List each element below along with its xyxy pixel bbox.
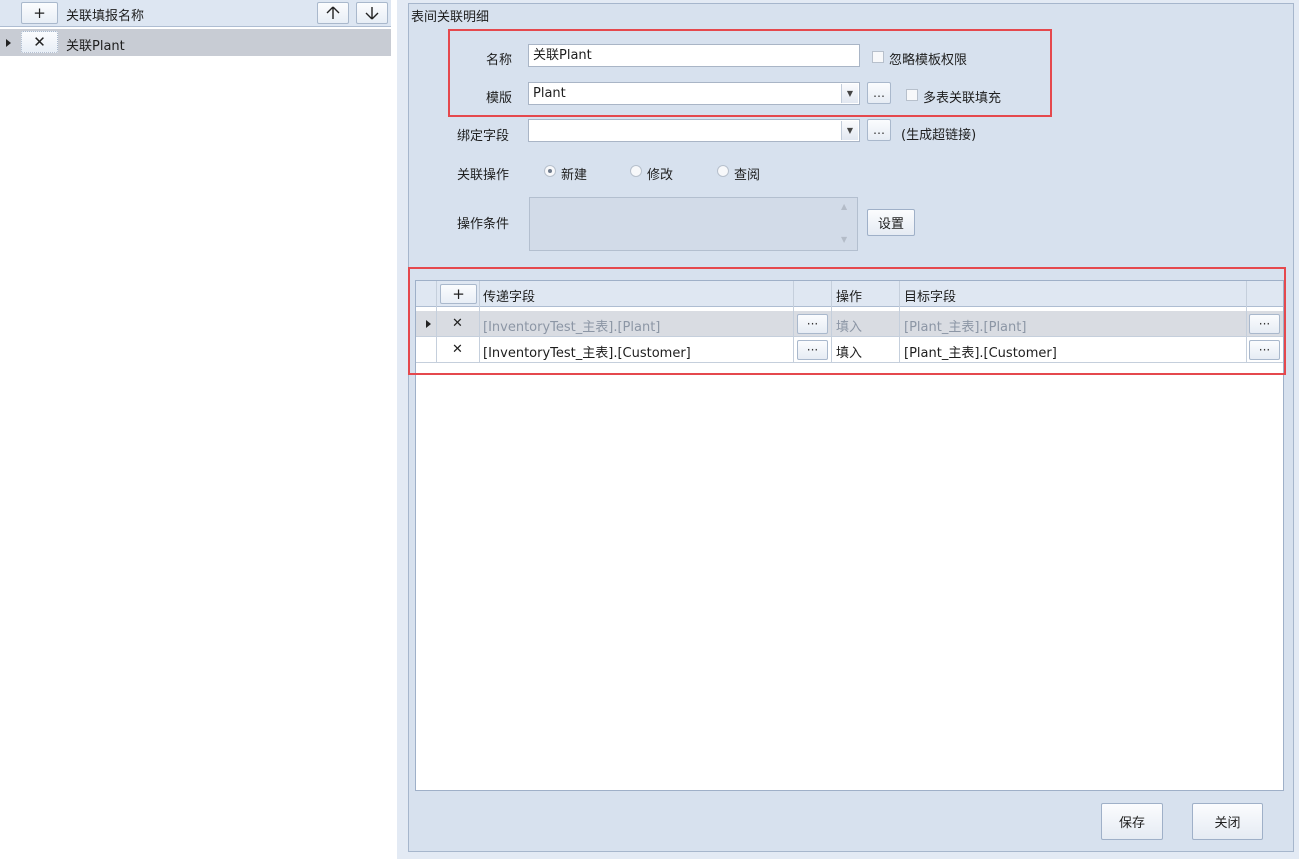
scroll-down-icon[interactable]: ▼ — [841, 235, 847, 244]
move-down-button[interactable] — [356, 2, 388, 24]
scroll-up-icon[interactable]: ▲ — [841, 202, 847, 211]
operation-radio-new[interactable] — [544, 165, 556, 177]
grid-divider — [480, 281, 794, 363]
condition-label: 操作条件 — [457, 217, 510, 232]
grid-divider — [416, 281, 437, 363]
field-mapping-grid: + 传递字段 操作 目标字段 ✕ [InventoryTest_主表].[Pla… — [415, 280, 1284, 791]
operation-option-view: 查阅 — [734, 168, 761, 183]
chevron-down-icon[interactable]: ▼ — [841, 84, 858, 103]
settings-button[interactable]: 设置 — [867, 209, 915, 236]
template-label: 模版 — [486, 91, 513, 106]
name-label: 名称 — [486, 53, 513, 68]
template-browse-button[interactable]: … — [867, 82, 891, 104]
template-select[interactable]: Plant ▼ — [528, 82, 860, 105]
bind-field-browse-button[interactable]: … — [867, 119, 891, 141]
target-field-browse-button[interactable]: ··· — [1249, 340, 1280, 360]
condition-scrollbar[interactable]: ▲ ▼ — [836, 198, 858, 250]
relation-list-item[interactable]: ✕ 关联Plant — [0, 29, 391, 56]
chevron-down-icon[interactable]: ▼ — [841, 121, 858, 140]
operation-radio-edit[interactable] — [630, 165, 642, 177]
bind-field-label: 绑定字段 — [457, 129, 510, 144]
relation-list-header: + 关联填报名称 — [0, 0, 391, 27]
condition-textarea[interactable] — [529, 197, 858, 251]
grid-divider — [794, 281, 832, 363]
multi-table-checkbox[interactable] — [906, 89, 918, 101]
ignore-permission-label: 忽略模板权限 — [889, 53, 968, 68]
row-indicator-icon — [6, 39, 11, 47]
bind-field-select[interactable]: ▼ — [528, 119, 860, 142]
save-button[interactable]: 保存 — [1101, 803, 1163, 840]
operation-radio-view[interactable] — [717, 165, 729, 177]
operation-label: 关联操作 — [457, 168, 510, 183]
grid-divider — [832, 281, 900, 363]
name-field[interactable]: 关联Plant — [528, 44, 860, 67]
operation-option-edit: 修改 — [647, 168, 674, 183]
arrow-down-icon — [365, 7, 379, 20]
grid-divider — [900, 281, 1247, 363]
hyperlink-hint: (生成超链接) — [901, 128, 977, 143]
relation-list-pane: + 关联填报名称 ✕ 关联Plant — [0, 0, 391, 859]
grid-divider — [437, 281, 480, 363]
group-title: 表间关联明细 — [411, 10, 490, 25]
template-select-value: Plant — [533, 86, 566, 101]
delete-relation-button[interactable]: ✕ — [21, 31, 58, 53]
operation-option-new: 新建 — [561, 168, 588, 183]
add-relation-button[interactable]: + — [21, 2, 58, 24]
multi-table-label: 多表关联填充 — [923, 91, 1002, 106]
relation-name: 关联Plant — [66, 39, 125, 54]
close-button[interactable]: 关闭 — [1192, 803, 1263, 840]
relation-name-column-header: 关联填报名称 — [66, 9, 145, 24]
arrow-up-icon — [326, 6, 340, 19]
ignore-permission-checkbox[interactable] — [872, 51, 884, 63]
target-field-browse-button[interactable]: ··· — [1249, 314, 1280, 334]
move-up-button[interactable] — [317, 2, 349, 24]
